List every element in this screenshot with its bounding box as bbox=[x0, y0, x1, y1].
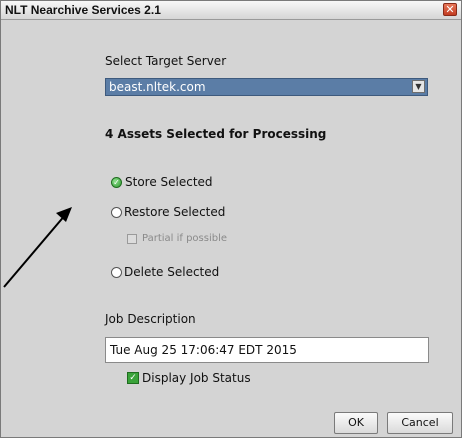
annotation-arrow bbox=[3, 207, 72, 288]
arrow-head bbox=[56, 207, 72, 222]
arrow-line bbox=[3, 213, 67, 288]
